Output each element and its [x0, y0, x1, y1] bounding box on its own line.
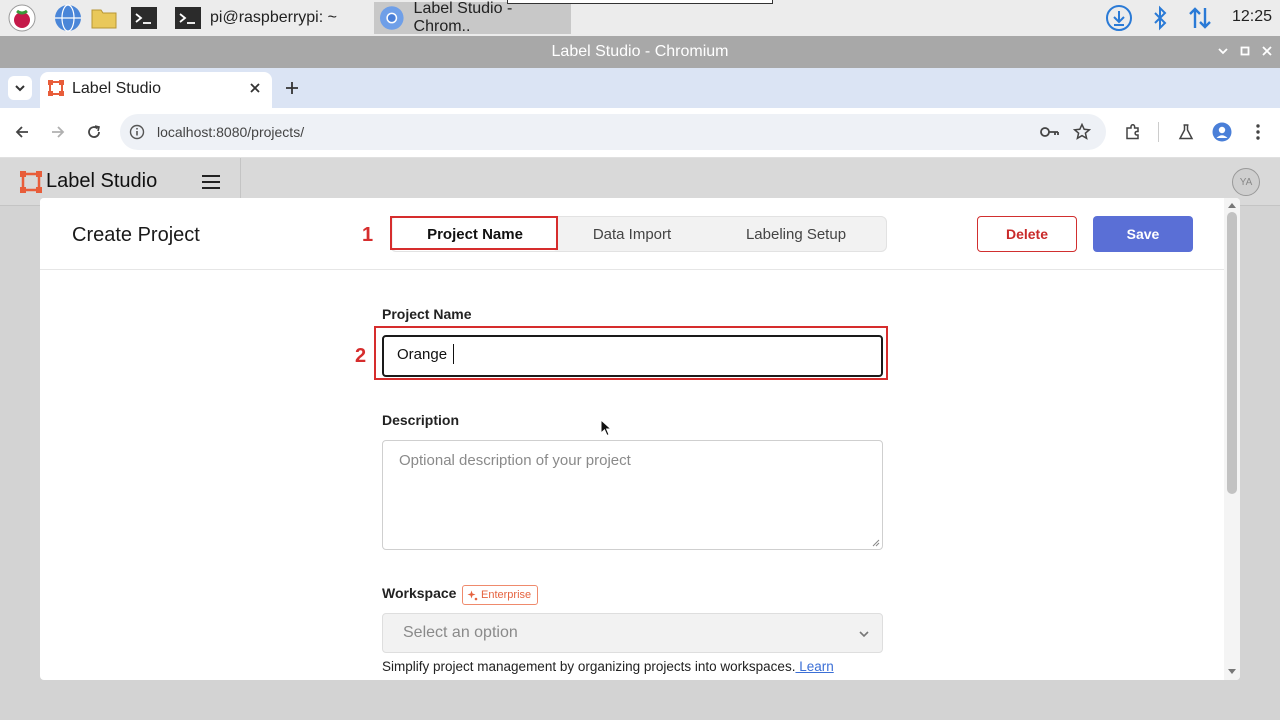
sparkle-icon — [467, 590, 478, 601]
tab-title: Label Studio — [72, 80, 161, 97]
tab-search-button[interactable] — [8, 76, 32, 100]
resize-handle-icon[interactable] — [872, 539, 880, 547]
tab-labeling-setup[interactable]: Labeling Setup — [707, 217, 885, 251]
back-icon[interactable] — [14, 124, 30, 140]
reload-icon[interactable] — [86, 124, 102, 140]
enterprise-badge-label: Enterprise — [481, 589, 532, 601]
network-icon[interactable] — [1186, 4, 1214, 32]
key-icon[interactable] — [1040, 124, 1060, 140]
window-titlebar: Label Studio - Chromium — [0, 36, 1280, 68]
more-menu-icon[interactable] — [1250, 122, 1266, 142]
taskbar-item-label: Label Studio - Chrom.. — [413, 0, 513, 35]
bluetooth-icon[interactable] — [1146, 4, 1174, 32]
profile-icon[interactable] — [1212, 122, 1232, 142]
file-manager-icon[interactable] — [90, 4, 118, 32]
forward-icon[interactable] — [50, 124, 66, 140]
app-brand: Label Studio — [46, 170, 158, 192]
clock: 12:25 — [1232, 8, 1273, 25]
label-studio-favicon — [48, 80, 64, 96]
terminal-icon[interactable] — [130, 4, 158, 32]
label-studio-logo-icon — [20, 171, 42, 193]
site-info-icon[interactable] — [129, 124, 145, 140]
taskbar-item-browser[interactable]: Label Studio - Chrom.. — [374, 0, 571, 35]
taskbar-notice — [507, 0, 773, 4]
save-button[interactable]: Save — [1093, 216, 1193, 252]
download-icon[interactable] — [1105, 4, 1133, 32]
annotation-number: 1 — [362, 224, 374, 246]
taskbar-item-terminal[interactable]: pi@raspberrypi: ~ — [170, 2, 370, 34]
raspberry-menu-icon[interactable] — [8, 4, 36, 32]
labs-flask-icon[interactable] — [1177, 123, 1195, 141]
scrollbar-thumb[interactable] — [1227, 212, 1237, 494]
hamburger-menu-icon[interactable] — [201, 173, 221, 191]
terminal-icon — [175, 7, 201, 29]
close-tab-icon[interactable] — [249, 82, 261, 94]
project-name-label: Project Name — [382, 306, 472, 322]
url-text: localhost:8080/projects/ — [157, 124, 305, 140]
new-tab-icon[interactable] — [284, 80, 300, 96]
toolbar-divider — [1158, 122, 1159, 142]
modal-title: Create Project — [72, 224, 200, 246]
create-project-modal: Create Project 1 Project Name Data Impor… — [40, 198, 1240, 680]
project-name-value: Orange — [397, 346, 448, 363]
chevron-down-icon — [859, 631, 869, 638]
close-window-icon[interactable] — [1260, 44, 1274, 58]
avatar[interactable]: YA — [1232, 168, 1260, 196]
scroll-up-icon[interactable] — [1228, 202, 1236, 208]
workspace-label: Workspace — [382, 585, 457, 601]
modal-header: Create Project 1 Project Name Data Impor… — [40, 198, 1224, 270]
workspace-select-placeholder: Select an option — [403, 624, 518, 641]
project-name-input[interactable] — [382, 335, 883, 377]
chevron-down-icon — [15, 85, 25, 92]
mouse-cursor-icon — [600, 419, 612, 437]
web-browser-icon[interactable] — [54, 4, 82, 32]
enterprise-badge: Enterprise — [462, 585, 539, 605]
annotation-highlight-step — [390, 216, 558, 250]
delete-button[interactable]: Delete — [977, 216, 1077, 252]
chromium-icon — [379, 6, 404, 30]
taskbar-item-label: pi@raspberrypi: ~ — [210, 9, 337, 26]
workspace-help-text: Simplify project management by organizin… — [382, 659, 834, 674]
maximize-icon[interactable] — [1238, 44, 1252, 58]
os-taskbar: pi@raspberrypi: ~ Label Studio - Chrom..… — [0, 0, 1280, 36]
tab-data-import[interactable]: Data Import — [557, 217, 707, 251]
bookmark-star-icon[interactable] — [1073, 123, 1091, 141]
annotation-number: 2 — [355, 345, 367, 367]
scroll-down-icon[interactable] — [1228, 669, 1236, 675]
description-placeholder: Optional description of your project — [399, 452, 631, 469]
minimize-icon[interactable] — [1216, 44, 1230, 58]
learn-more-link[interactable]: Learn — [795, 659, 834, 674]
workspace-help-body: Simplify project management by organizin… — [382, 659, 796, 674]
text-caret — [453, 344, 454, 364]
window-title: Label Studio - Chromium — [551, 43, 729, 60]
extensions-icon[interactable] — [1124, 123, 1142, 141]
description-label: Description — [382, 412, 460, 428]
